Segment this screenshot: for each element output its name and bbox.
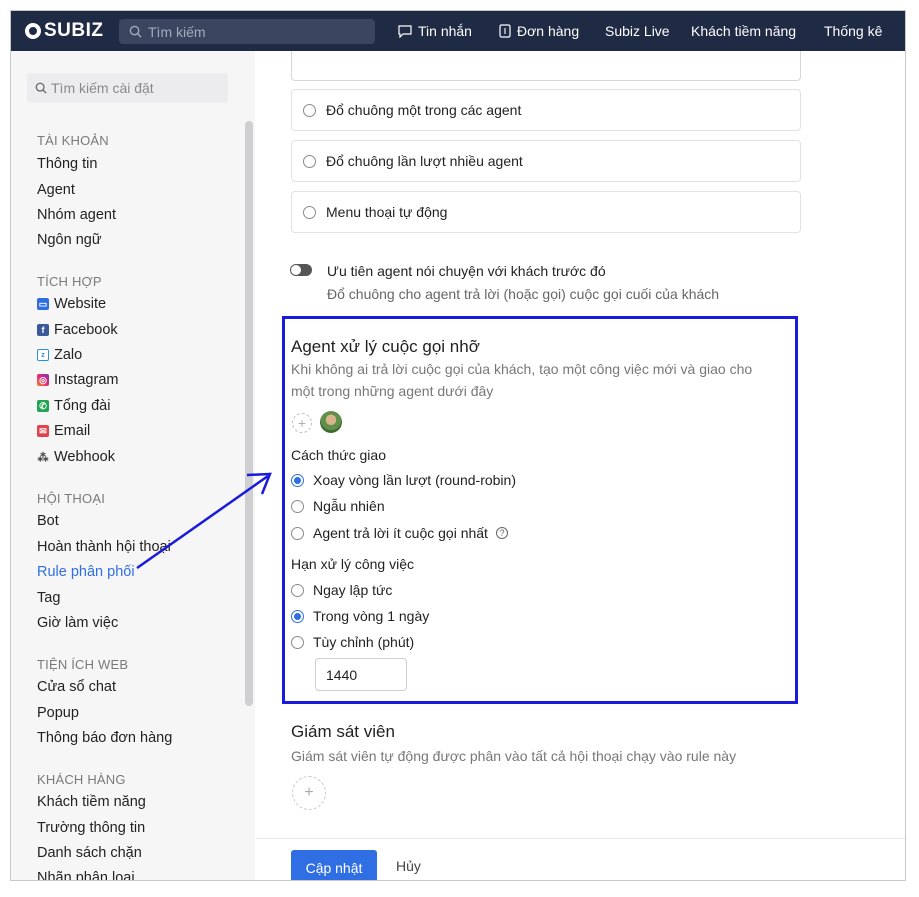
ring-option-ivr-menu[interactable]: Menu thoại tự động — [291, 191, 801, 233]
section-title-tich-hop: TÍCH HỢP — [37, 274, 102, 289]
global-search[interactable] — [119, 19, 375, 44]
radio-icon[interactable] — [291, 499, 304, 513]
instagram-icon: ◎ — [37, 374, 49, 386]
section-title-tai-khoan: TÀI KHOẢN — [37, 133, 109, 148]
priority-desc: Đổ chuông cho agent trả lời (hoặc gọi) c… — [327, 286, 720, 302]
sidebar-item-cua-so-chat[interactable]: Cửa sổ chat — [37, 679, 116, 695]
sidebar-item-gio-lam-viec[interactable]: Giờ làm việc — [37, 615, 118, 631]
webhook-icon: ⁂ — [37, 451, 49, 464]
sidebar-item-zalo[interactable]: z Zalo — [37, 347, 82, 363]
deadline-option-1-day[interactable]: Trong vòng 1 ngày — [291, 608, 429, 624]
radio-icon[interactable] — [291, 583, 304, 597]
nav-don-hang[interactable]: Đơn hàng — [499, 11, 579, 51]
sidebar-item-danh-sach-chan[interactable]: Danh sách chặn — [37, 845, 142, 861]
subiz-logo[interactable]: subiz — [25, 20, 104, 42]
assign-method-title: Cách thức giao — [291, 447, 386, 463]
sidebar-item-nhan-phan-loai[interactable]: Nhãn phân loại — [37, 870, 135, 880]
assign-option-least-calls[interactable]: Agent trả lời ít cuộc gọi nhất ? — [291, 525, 508, 541]
custom-minutes-input[interactable] — [315, 658, 407, 691]
zalo-icon: z — [37, 349, 49, 361]
sidebar-item-rule-phan-phoi[interactable]: Rule phân phối — [37, 564, 135, 580]
sidebar-item-website[interactable]: ▭ Website — [37, 296, 106, 312]
ring-option-sequential[interactable]: Đổ chuông lần lượt nhiều agent — [291, 140, 801, 182]
search-icon — [35, 82, 47, 94]
add-agent-button[interactable]: + — [292, 413, 312, 433]
missed-call-desc-2: một trong những agent dưới đây — [291, 383, 494, 399]
section-title-tien-ich-web: TIỆN ÍCH WEB — [37, 657, 129, 672]
sidebar-item-thong-bao-don-hang[interactable]: Thông báo đơn hàng — [37, 730, 172, 746]
search-icon — [129, 25, 142, 38]
settings-search-input[interactable] — [51, 80, 221, 96]
logo-mark-icon — [25, 23, 41, 39]
sidebar-item-hoan-thanh-hoi-thoai[interactable]: Hoàn thành hội thoại — [37, 539, 171, 555]
radio-checked-icon[interactable] — [291, 473, 304, 487]
sidebar-item-email[interactable]: ✉ Email — [37, 423, 90, 439]
ring-option-one-agent[interactable]: Đổ chuông một trong các agent — [291, 89, 801, 131]
avatar[interactable] — [320, 411, 342, 433]
deadline-option-immediately[interactable]: Ngay lập tức — [291, 582, 392, 598]
sidebar-item-truong-thong-tin[interactable]: Trường thông tin — [37, 820, 145, 836]
radio-icon[interactable] — [303, 103, 316, 117]
email-icon: ✉ — [37, 425, 49, 437]
website-icon: ▭ — [37, 298, 49, 310]
sidebar-item-instagram[interactable]: ◎ Instagram — [37, 372, 118, 388]
section-title-hoi-thoai: HỘI THOẠI — [37, 491, 106, 506]
radio-icon[interactable] — [291, 635, 304, 649]
cancel-button[interactable]: Hủy — [396, 858, 421, 874]
sidebar-item-tag[interactable]: Tag — [37, 590, 60, 606]
sidebar-item-facebook[interactable]: f Facebook — [37, 322, 118, 338]
radio-icon[interactable] — [291, 526, 304, 540]
sidebar-item-popup[interactable]: Popup — [37, 705, 79, 721]
sidebar-item-ngon-ngu[interactable]: Ngôn ngữ — [37, 232, 102, 248]
phone-icon: ✆ — [37, 400, 49, 412]
sidebar-item-tong-dai[interactable]: ✆ Tổng đài — [37, 398, 110, 414]
priority-title: Ưu tiên agent nói chuyện với khách trước… — [327, 263, 606, 279]
rule-settings-panel: Đổ chuông một trong các agent Đổ chuông … — [256, 51, 905, 880]
rule-field-input[interactable] — [291, 51, 801, 81]
sidebar-item-khach-tiem-nang[interactable]: Khách tiềm năng — [37, 794, 146, 810]
help-icon[interactable]: ? — [495, 527, 508, 539]
sidebar-item-thong-tin[interactable]: Thông tin — [37, 156, 97, 172]
missed-call-desc-1: Khi không ai trả lời cuộc gọi của khách,… — [291, 361, 753, 377]
nav-subiz-live[interactable]: Subiz Live — [605, 11, 670, 51]
priority-agent-toggle[interactable] — [290, 264, 312, 276]
form-footer: Cập nhật Hủy — [256, 838, 905, 880]
deadline-title: Hạn xử lý công việc — [291, 556, 414, 572]
settings-search[interactable] — [27, 73, 228, 103]
sidebar-scrollbar[interactable] — [245, 121, 253, 706]
supervisor-desc: Giám sát viên tự động được phân vào tất … — [291, 748, 737, 764]
add-supervisor-button[interactable]: + — [292, 776, 326, 810]
assign-option-random[interactable]: Ngẫu nhiên — [291, 498, 385, 514]
section-title-khach-hang: KHÁCH HÀNG — [37, 772, 126, 787]
sidebar-item-agent[interactable]: Agent — [37, 182, 75, 198]
sidebar-item-webhook[interactable]: ⁂ Webhook — [37, 449, 116, 465]
settings-sidebar: TÀI KHOẢN Thông tin Agent Nhóm agent Ngô… — [11, 51, 255, 880]
assign-option-round-robin[interactable]: Xoay vòng lần lượt (round-robin) — [291, 472, 516, 488]
facebook-icon: f — [37, 324, 49, 336]
deadline-option-custom[interactable]: Tùy chỉnh (phút) — [291, 634, 414, 650]
missed-call-title: Agent xử lý cuộc gọi nhỡ — [291, 337, 480, 356]
update-button[interactable]: Cập nhật — [291, 850, 377, 880]
supervisor-title: Giám sát viên — [291, 722, 395, 741]
sidebar-item-bot[interactable]: Bot — [37, 513, 59, 529]
global-search-input[interactable] — [148, 23, 348, 40]
nav-tin-nhan[interactable]: Tin nhắn — [398, 11, 472, 51]
chat-icon — [398, 24, 412, 38]
radio-icon[interactable] — [303, 205, 316, 219]
top-nav-bar: subiz Tin nhắn Đơn hàng Subiz Live — [11, 11, 905, 51]
app-window: subiz Tin nhắn Đơn hàng Subiz Live — [10, 10, 906, 881]
radio-checked-icon[interactable] — [291, 609, 304, 623]
sidebar-item-nhom-agent[interactable]: Nhóm agent — [37, 207, 116, 223]
receipt-icon — [499, 24, 511, 38]
radio-icon[interactable] — [303, 154, 316, 168]
nav-khach-tiem-nang[interactable]: Khách tiềm năng — [691, 11, 796, 51]
nav-thong-ke[interactable]: Thống kê — [824, 11, 882, 51]
